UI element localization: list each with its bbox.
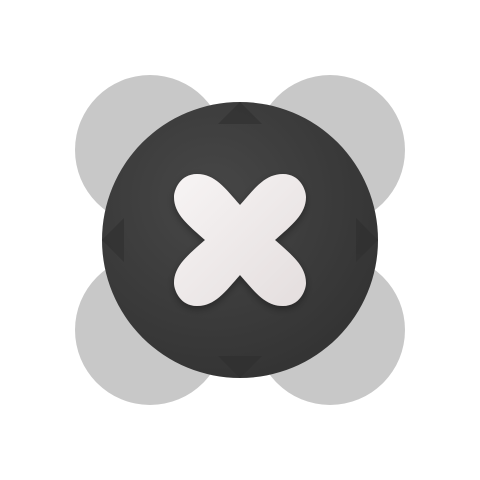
- logo-graphic: [75, 75, 405, 405]
- app-logo: [0, 0, 480, 480]
